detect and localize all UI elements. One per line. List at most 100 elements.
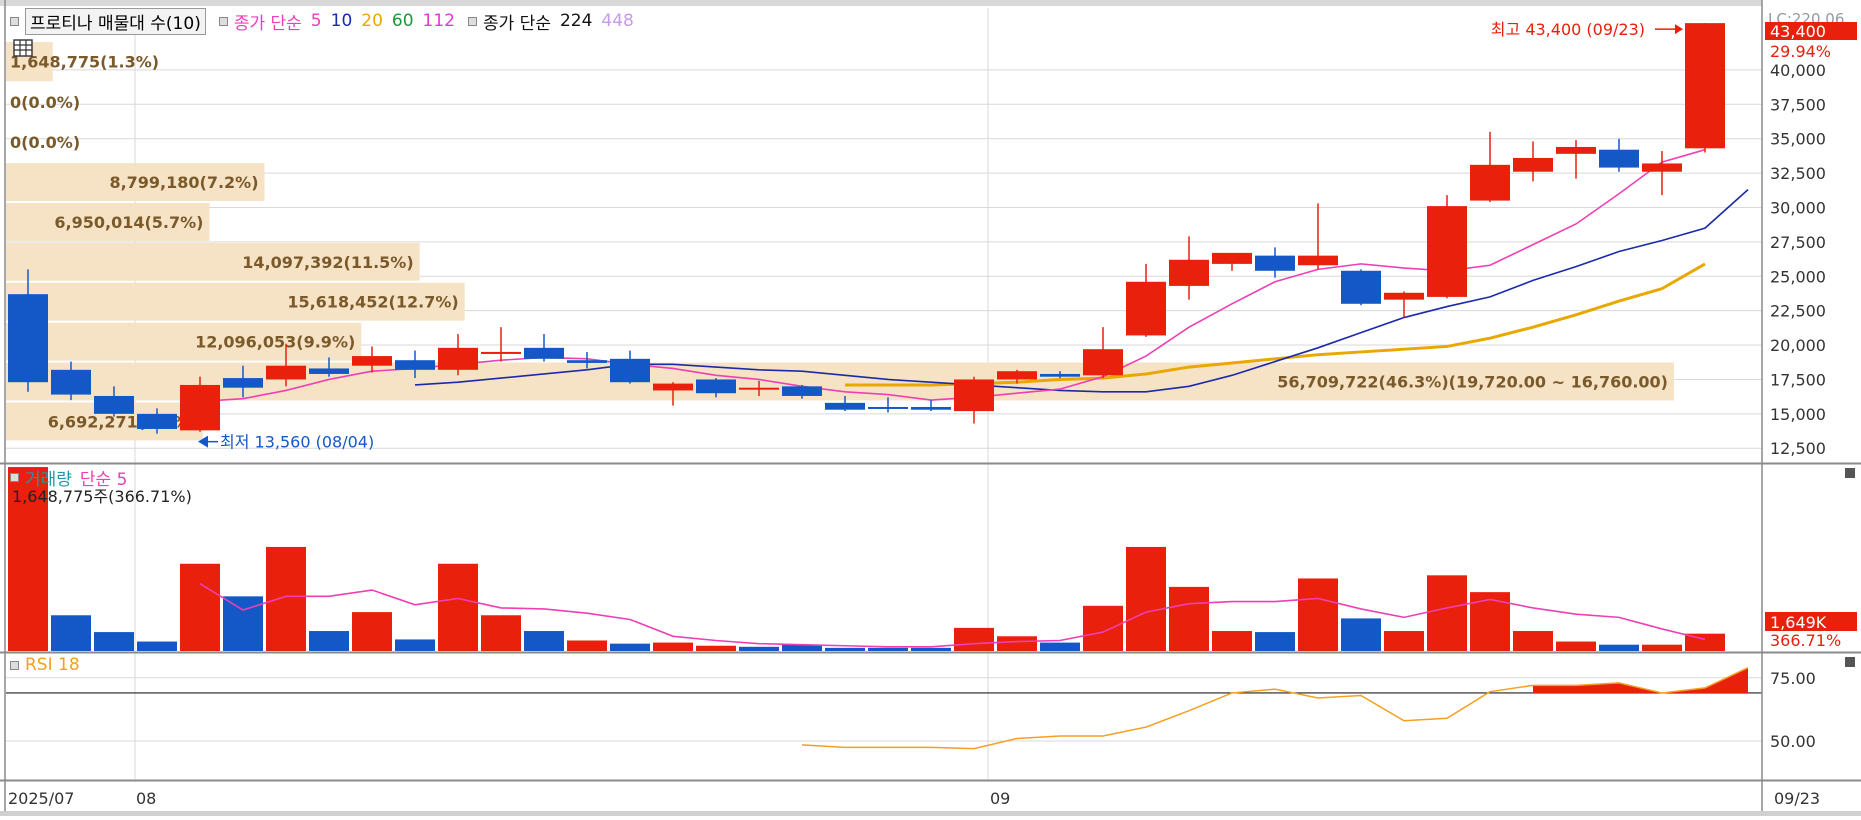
- candle-down: [696, 379, 736, 394]
- volume-bar: [1513, 631, 1553, 651]
- volume-profile-label: 0(0.0%): [10, 133, 80, 152]
- candle-up: [1470, 164, 1510, 201]
- candle-down: [782, 386, 822, 396]
- candle-down: [911, 406, 951, 410]
- candle-down: [868, 406, 908, 409]
- ma112-label[interactable]: 112: [423, 11, 455, 31]
- candle-down: [395, 360, 435, 370]
- candle-up: [739, 387, 779, 390]
- candle-up: [1384, 292, 1424, 300]
- ma60-label[interactable]: 60: [392, 11, 414, 31]
- volume-profile-label: 12,096,053(9.9%): [195, 333, 355, 352]
- volume-bar: [1599, 644, 1639, 651]
- candle-down: [51, 369, 91, 395]
- candle-up: [1083, 349, 1123, 376]
- volume-profile-label: 15,618,452(12.7%): [287, 293, 458, 312]
- price-tick-label: 40,000: [1770, 61, 1826, 80]
- volume-bar: [51, 615, 91, 651]
- chart-svg: 1,648,775(1.3%)0(0.0%)0(0.0%)8,799,180(7…: [0, 0, 1861, 816]
- candle-up: [438, 347, 478, 370]
- candle-down: [223, 378, 263, 388]
- volume-bar: [567, 640, 607, 651]
- table-icon[interactable]: [13, 39, 33, 57]
- x-tick-label: 2025/07: [8, 789, 74, 808]
- price-tick-label: 25,000: [1770, 267, 1826, 286]
- high-annotation: 최고 43,400 (09/23): [1491, 20, 1645, 39]
- candle-down: [94, 395, 134, 414]
- price-tick-label: 27,500: [1770, 233, 1826, 252]
- price-tick-label: 32,500: [1770, 164, 1826, 183]
- volume-bar: [352, 612, 392, 651]
- price-legend: 프로티나 매물대 수(10) 종가 단순 5 10 20 60 112 종가 단…: [6, 7, 643, 35]
- candle-down: [309, 368, 349, 374]
- candle-down: [1040, 373, 1080, 377]
- candle-down: [1599, 149, 1639, 168]
- legend-square-icon: [10, 16, 19, 26]
- legend-title[interactable]: 프로티나 매물대 수(10): [25, 7, 206, 35]
- volume-bar: [481, 615, 521, 651]
- legend-square-icon: [218, 16, 228, 26]
- volume-bar: [1298, 578, 1338, 651]
- x-tick-label: 09/23: [1774, 789, 1820, 808]
- rsi-tick-label: 75.00: [1770, 669, 1816, 688]
- ma448-label[interactable]: 448: [601, 11, 633, 31]
- ma5-label[interactable]: 5: [311, 11, 322, 31]
- volume-title[interactable]: 거래량: [25, 465, 72, 490]
- candle-down: [137, 413, 177, 429]
- rsi-title[interactable]: RSI 18: [25, 655, 80, 675]
- ma10-label[interactable]: 10: [331, 11, 353, 31]
- volume-bar: [180, 563, 220, 651]
- last-volume-pct: 366.71%: [1770, 631, 1841, 650]
- legend-square-icon: [10, 660, 19, 670]
- volume-bar: [1169, 586, 1209, 651]
- volume-bar: [868, 647, 908, 651]
- volume-bar: [266, 546, 306, 651]
- price-tick-label: 22,500: [1770, 302, 1826, 321]
- volume-bar: [1341, 618, 1381, 651]
- bottom-strip: [0, 811, 1861, 816]
- price-tick-label: 12,500: [1770, 439, 1826, 458]
- volume-bar: [997, 636, 1037, 651]
- ma224-label[interactable]: 224: [560, 11, 592, 31]
- ma-label-2[interactable]: 종가 단순: [483, 9, 551, 34]
- candle-up: [1427, 206, 1467, 297]
- price-tick-label: 17,500: [1770, 370, 1826, 389]
- volume-bar: [438, 563, 478, 651]
- candle-up: [653, 383, 693, 391]
- pane-close-icon: [1845, 657, 1855, 667]
- candle-down: [524, 347, 564, 359]
- candle-up: [1126, 281, 1166, 336]
- volume-bar: [954, 627, 994, 651]
- volume-bar: [395, 639, 435, 651]
- volume-bar: [653, 642, 693, 651]
- price-tick-label: 30,000: [1770, 198, 1826, 217]
- ma20-label[interactable]: 20: [361, 11, 383, 31]
- volume-bar: [137, 641, 177, 651]
- volume-bar: [610, 643, 650, 651]
- candle-up: [1513, 157, 1553, 172]
- volume-bar: [309, 631, 349, 651]
- volume-bar: [911, 647, 951, 651]
- volume-profile-label: 8,799,180(7.2%): [109, 173, 258, 192]
- volume-profile-label: 0(0.0%): [10, 93, 80, 112]
- candle-up: [180, 384, 220, 431]
- volume-bar: [1040, 642, 1080, 651]
- volume-ma-label[interactable]: 단순 5: [80, 465, 128, 490]
- candle-down: [8, 294, 48, 383]
- ma-label[interactable]: 종가 단순: [234, 9, 302, 34]
- volume-profile-label: 6,950,014(5.7%): [54, 213, 203, 232]
- volume-bar: [1470, 592, 1510, 651]
- volume-bar: [1384, 631, 1424, 651]
- volume-bar: [1255, 632, 1295, 651]
- candle-down: [1341, 270, 1381, 304]
- candle-up: [1298, 255, 1338, 266]
- candle-up: [1556, 146, 1596, 154]
- rsi-tick-label: 50.00: [1770, 732, 1816, 751]
- candle-up: [954, 379, 994, 412]
- volume-bar: [1427, 575, 1467, 651]
- candle-up: [266, 365, 306, 380]
- volume-bar: [1212, 631, 1252, 651]
- volume-bar: [524, 631, 564, 651]
- price-tick-label: 15,000: [1770, 405, 1826, 424]
- price-tick-label: 37,500: [1770, 95, 1826, 114]
